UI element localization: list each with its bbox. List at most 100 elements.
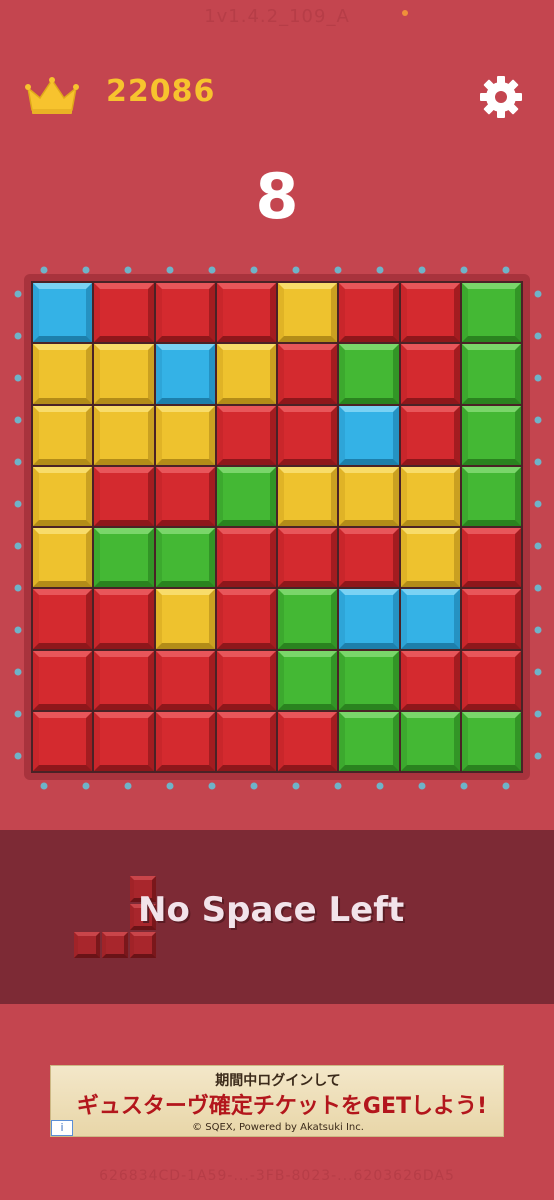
board-cell-red [216, 650, 276, 710]
board-cell-green [400, 711, 460, 771]
board-cell-green [339, 711, 399, 771]
crown-icon [25, 77, 79, 114]
board-cell-red [33, 650, 93, 710]
guide-dot [14, 752, 22, 760]
board-cell-green [461, 405, 521, 465]
board-cell-red [461, 528, 521, 588]
board-cell-green [461, 711, 521, 771]
gear-icon[interactable] [478, 74, 524, 120]
board-cell-red [339, 283, 399, 343]
guide-dot [166, 782, 174, 790]
guide-dot [534, 500, 542, 508]
guide-dot [534, 458, 542, 466]
guide-dot [418, 266, 426, 274]
piece-block [102, 932, 128, 958]
ad-text-line2: ギュスターヴ確定チケットをGETしよう! [76, 1094, 488, 1119]
board-cell-green [94, 528, 154, 588]
guide-dot [534, 374, 542, 382]
guide-dot [40, 782, 48, 790]
board-cell-yellow [400, 528, 460, 588]
board-cell-red [33, 589, 93, 649]
guide-dot [14, 374, 22, 382]
guide-dot [250, 782, 258, 790]
board-cell-blue [33, 283, 93, 343]
board-cell-red [216, 405, 276, 465]
guide-dot [208, 266, 216, 274]
guide-dot [250, 266, 258, 274]
board-cell-red [94, 283, 154, 343]
board-cell-green [155, 528, 215, 588]
guide-dot [14, 290, 22, 298]
guide-dot [502, 266, 510, 274]
board-cell-red [94, 589, 154, 649]
board-cell-blue [339, 589, 399, 649]
guide-dot [14, 500, 22, 508]
guide-dot [502, 782, 510, 790]
board-cell-red [400, 650, 460, 710]
guide-dot [14, 626, 22, 634]
header: 22086 [24, 72, 530, 122]
guide-dot [292, 782, 300, 790]
board-cell-yellow [94, 344, 154, 404]
best-score: 22086 [106, 74, 216, 109]
board-cell-yellow [33, 405, 93, 465]
board-cell-blue [400, 589, 460, 649]
board-cell-red [400, 283, 460, 343]
game-board[interactable] [31, 281, 523, 773]
board-cell-red [216, 283, 276, 343]
guide-dot [534, 626, 542, 634]
guide-dot [124, 266, 132, 274]
guide-dot [82, 266, 90, 274]
guide-dot [14, 710, 22, 718]
board-cell-red [216, 589, 276, 649]
board-cell-red [94, 466, 154, 526]
ad-banner[interactable]: 期間中ログインして ギュスターヴ確定チケットをGETしよう! © SQEX, P… [50, 1065, 504, 1137]
board-cell-red [155, 283, 215, 343]
board-cell-red [278, 344, 338, 404]
board-cell-red [339, 528, 399, 588]
guide-dot [334, 266, 342, 274]
guide-dot [418, 782, 426, 790]
ad-copyright: © SQEX, Powered by Akatsuki Inc. [192, 1122, 364, 1133]
board-cell-red [94, 650, 154, 710]
no-space-message: No Space Left [138, 890, 405, 930]
guide-dot [534, 542, 542, 550]
board-cell-green [278, 650, 338, 710]
guide-dot [14, 458, 22, 466]
board-cell-yellow [33, 344, 93, 404]
board-cell-yellow [278, 283, 338, 343]
guide-dot [534, 332, 542, 340]
board-cell-red [33, 711, 93, 771]
guide-dot [534, 290, 542, 298]
board-cell-green [216, 466, 276, 526]
board-cell-yellow [94, 405, 154, 465]
board-cell-yellow [155, 405, 215, 465]
board-cell-green [278, 589, 338, 649]
board-cell-green [339, 650, 399, 710]
guide-dot [82, 782, 90, 790]
board-cell-yellow [33, 466, 93, 526]
guide-dot [376, 266, 384, 274]
guide-dot [534, 668, 542, 676]
board-cell-red [216, 528, 276, 588]
status-dot [402, 10, 408, 16]
piece-block [74, 932, 100, 958]
footer-id: 626834CD-1A59-...-3FB-8023-...6203626DA5 [99, 1168, 455, 1184]
board-cell-blue [339, 405, 399, 465]
guide-dot [534, 710, 542, 718]
guide-dot [460, 782, 468, 790]
board-cell-red [155, 650, 215, 710]
current-score: 8 [255, 160, 299, 233]
board-cell-red [278, 528, 338, 588]
board-cell-red [461, 589, 521, 649]
board-cell-red [155, 466, 215, 526]
board-cell-red [400, 405, 460, 465]
guide-dot [534, 416, 542, 424]
guide-dot [166, 266, 174, 274]
guide-dot [376, 782, 384, 790]
board-cell-red [461, 650, 521, 710]
board-cell-yellow [216, 344, 276, 404]
board-cell-yellow [339, 466, 399, 526]
board-cell-green [461, 283, 521, 343]
info-icon[interactable]: i [51, 1120, 73, 1136]
